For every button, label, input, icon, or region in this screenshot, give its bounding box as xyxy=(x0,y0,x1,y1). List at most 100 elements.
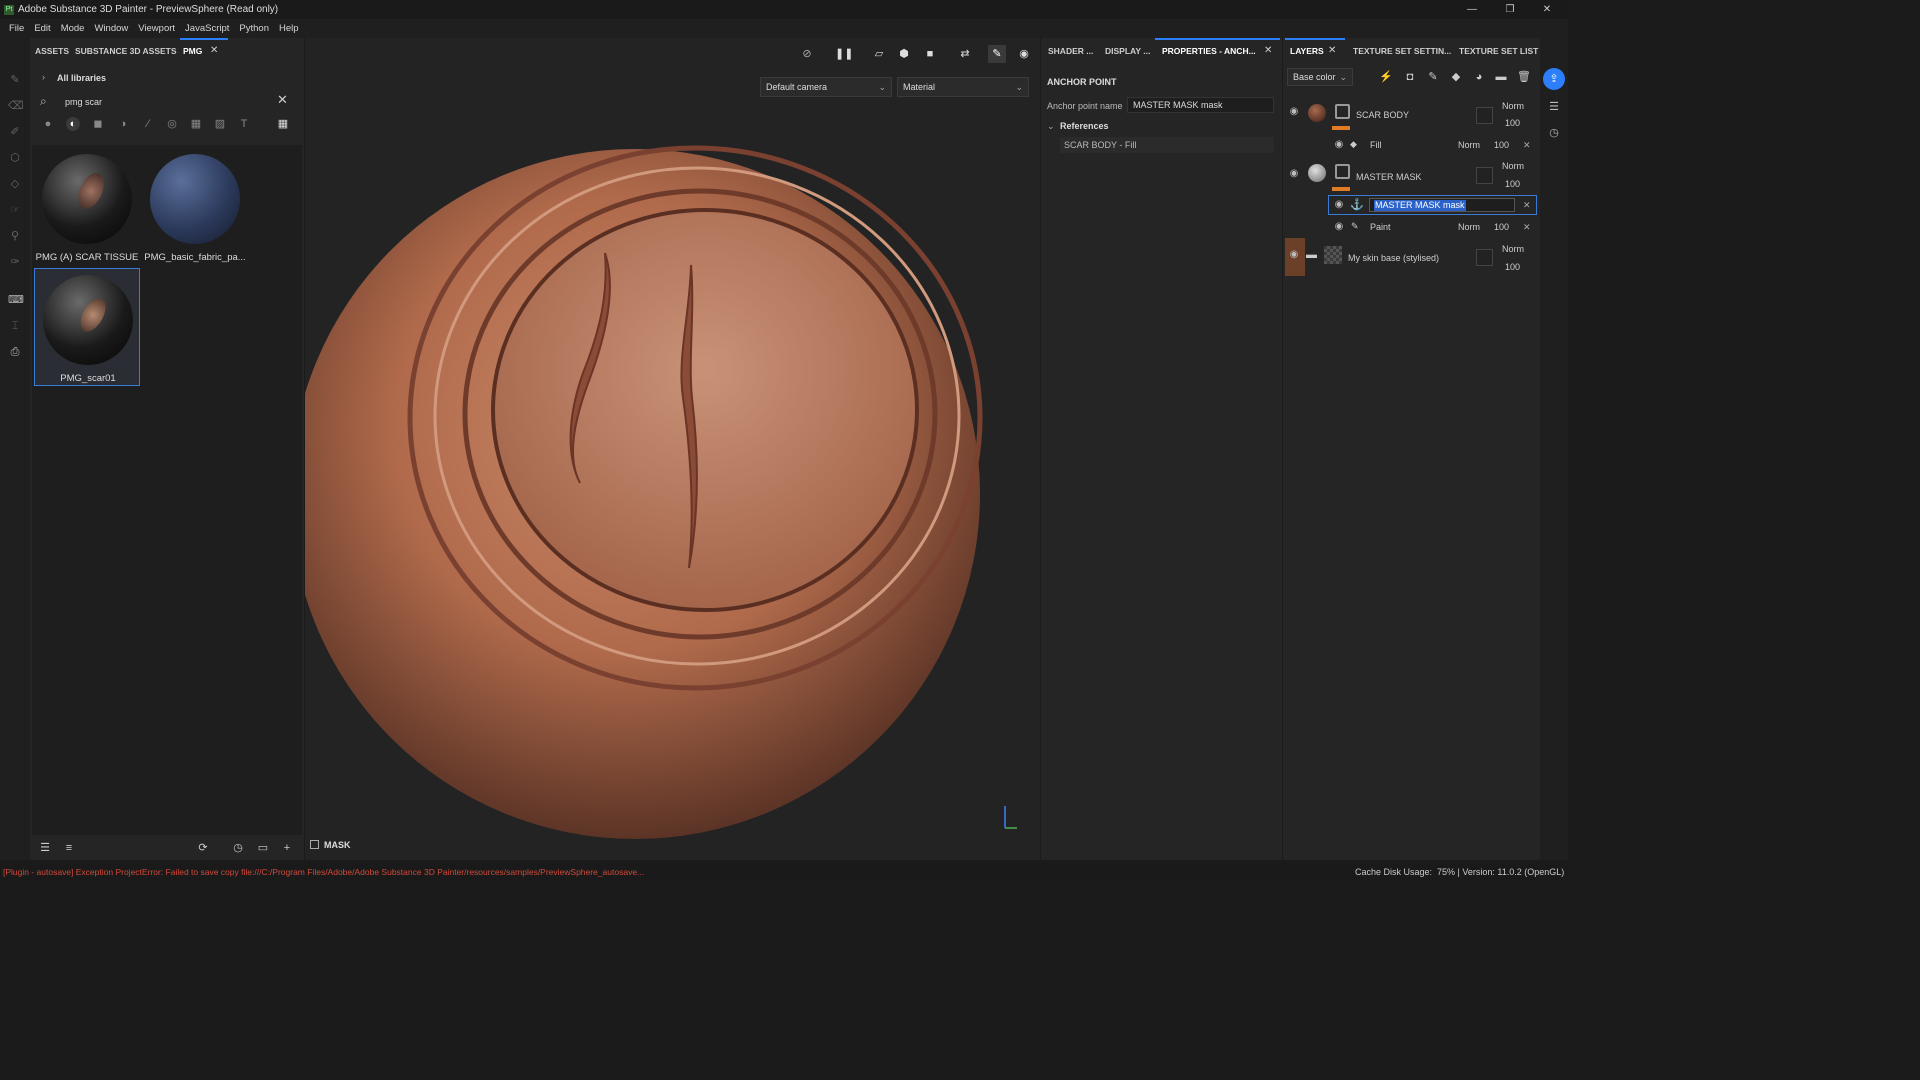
blend-mode-select[interactable]: Norm xyxy=(1502,101,1524,111)
layer-mask-slot[interactable] xyxy=(1476,167,1493,184)
layer-rename-input[interactable]: MASTER MASK mask xyxy=(1369,198,1515,212)
add-paint-layer-icon[interactable]: ✎ xyxy=(1426,70,1440,84)
close-tab-icon[interactable]: ✕ xyxy=(1328,38,1336,64)
asset-thumbnail[interactable]: PMG (A) SCAR TISSUE xyxy=(34,148,140,266)
asset-thumbnail-selected[interactable]: PMG_scar01 xyxy=(34,268,140,386)
eraser-tool-icon[interactable]: ⌫ xyxy=(8,100,24,112)
add-folder-icon[interactable]: ▬ xyxy=(1494,70,1508,84)
menu-mode[interactable]: Mode xyxy=(61,23,85,34)
eye-icon[interactable]: ◉ xyxy=(1287,106,1301,117)
sub-layer-row[interactable]: ◉ ✎ Paint Norm 100 ✕ xyxy=(1283,218,1540,236)
bake-tool-icon[interactable]: ⎙ xyxy=(8,346,22,358)
minimize-button[interactable]: — xyxy=(1462,2,1482,17)
close-tab-icon[interactable]: ✕ xyxy=(210,38,218,64)
add-effect-icon[interactable]: ⚡ xyxy=(1379,70,1393,84)
menu-viewport[interactable]: Viewport xyxy=(138,23,175,34)
filter-masks-icon[interactable]: ◼ xyxy=(91,117,105,131)
blend-mode-select[interactable]: Norm xyxy=(1502,161,1524,171)
eye-icon[interactable]: ◉ xyxy=(1287,168,1301,179)
channel-select[interactable]: Base color ⌄ xyxy=(1287,68,1353,86)
menu-window[interactable]: Window xyxy=(94,23,128,34)
eye-icon[interactable]: ◉ xyxy=(1332,221,1346,232)
preview-sphere[interactable] xyxy=(305,38,1040,860)
add-asset-icon[interactable]: + xyxy=(280,841,294,855)
filter-generators-icon[interactable]: ◑ xyxy=(116,117,130,131)
filter-brushes-icon[interactable]: ⁄ xyxy=(141,117,155,131)
refresh-icon[interactable]: ⟳ xyxy=(196,841,210,855)
search-input[interactable]: pmg scar xyxy=(65,97,102,107)
opacity-value[interactable]: 100 xyxy=(1505,262,1520,272)
close-window-button[interactable]: ✕ xyxy=(1537,2,1557,17)
mask-checkbox[interactable] xyxy=(310,840,319,849)
blend-mode-select[interactable]: Norm xyxy=(1458,140,1480,150)
filter-textures-icon[interactable]: ▦ xyxy=(189,117,203,131)
add-mask-icon[interactable]: ◘ xyxy=(1403,70,1417,84)
measure-tool-icon[interactable]: ⌶ xyxy=(8,320,22,332)
tab-texture-set-list[interactable]: TEXTURE SET LIST xyxy=(1459,38,1538,64)
chevron-down-icon[interactable]: ⌄ xyxy=(1047,121,1055,132)
tab-layers[interactable]: LAYERS xyxy=(1290,38,1324,64)
menu-python[interactable]: Python xyxy=(239,23,269,34)
opacity-value[interactable]: 100 xyxy=(1505,179,1520,189)
geometry-fill-tool-icon[interactable]: ⬡ xyxy=(8,152,22,164)
share-icon[interactable]: ⇪ xyxy=(1543,68,1565,90)
folder-row[interactable]: ◉ ▬ My skin base (stylised) Norm 100 xyxy=(1283,238,1540,276)
projection-tool-icon[interactable]: ✐ xyxy=(8,126,22,138)
opacity-value[interactable]: 100 xyxy=(1505,118,1520,128)
polygon-fill-tool-icon[interactable]: ◇ xyxy=(8,178,22,190)
tab-properties-anchor[interactable]: PROPERTIES - ANCH... xyxy=(1162,38,1256,64)
tab-pmg[interactable]: PMG xyxy=(183,38,202,64)
tab-substance-3d-assets[interactable]: SUBSTANCE 3D ASSETS xyxy=(75,38,177,64)
menu-javascript[interactable]: JavaScript xyxy=(185,23,229,34)
menu-edit[interactable]: Edit xyxy=(34,23,50,34)
clear-search-icon[interactable]: ✕ xyxy=(277,92,288,108)
delete-layer-icon[interactable]: 🗑 xyxy=(1517,70,1531,84)
add-fill-layer-icon[interactable]: ◆ xyxy=(1449,70,1463,84)
grid-view-icon[interactable]: ▦ xyxy=(276,117,290,131)
maximize-button[interactable]: ❐ xyxy=(1500,2,1520,17)
remove-icon[interactable]: ✕ xyxy=(1523,140,1531,151)
layer-mask-slot[interactable] xyxy=(1476,249,1493,266)
filter-fonts-icon[interactable]: T xyxy=(237,117,251,131)
filter-environments-icon[interactable]: ▨ xyxy=(213,117,227,131)
filter-smart-materials-icon[interactable]: ◐ xyxy=(66,117,80,131)
layer-row[interactable]: ◉ MASTER MASK Norm 100 xyxy=(1283,158,1540,194)
picker-tool-icon[interactable]: ✑ xyxy=(8,256,22,268)
list-options-icon[interactable]: ☰ xyxy=(38,841,52,855)
tab-shader[interactable]: SHADER ... xyxy=(1048,38,1093,64)
remove-icon[interactable]: ✕ xyxy=(1523,222,1531,233)
opacity-value[interactable]: 100 xyxy=(1494,140,1509,150)
remove-icon[interactable]: ✕ xyxy=(1523,200,1531,211)
library-selector[interactable]: All libraries xyxy=(57,73,106,83)
sub-layer-row[interactable]: ◉ ◆ Fill Norm 100 ✕ xyxy=(1283,136,1540,154)
viewport[interactable]: ⊘ ❚❚ ▱ ⬢ ■ ⇄ ✎ ◉ Default camera ⌄ Materi… xyxy=(305,38,1040,860)
history-icon[interactable]: ◷ xyxy=(1547,126,1561,140)
blend-mode-select[interactable]: Norm xyxy=(1502,244,1524,254)
anchor-layer-row[interactable]: ◉ ⚓ MASTER MASK mask ✕ xyxy=(1328,195,1537,215)
references-toggle[interactable]: References xyxy=(1060,121,1109,131)
tab-assets[interactable]: ASSETS xyxy=(35,38,69,64)
eye-icon[interactable]: ◉ xyxy=(1287,249,1301,260)
close-tab-icon[interactable]: ✕ xyxy=(1264,38,1272,64)
new-folder-icon[interactable]: ▭ xyxy=(256,841,270,855)
filter-alphas-icon[interactable]: ◎ xyxy=(165,117,179,131)
log-icon[interactable]: ☰ xyxy=(1547,100,1561,114)
asset-thumbnail[interactable]: PMG_basic_fabric_pa... xyxy=(142,148,248,266)
menu-file[interactable]: File xyxy=(9,23,24,34)
add-smart-material-icon[interactable]: ◕ xyxy=(1472,70,1486,84)
sort-icon[interactable]: ≡ xyxy=(62,841,76,855)
eye-icon[interactable]: ◉ xyxy=(1332,199,1346,210)
filter-materials-icon[interactable]: ● xyxy=(41,117,55,131)
paint-brush-tool-icon[interactable]: ✎ xyxy=(8,74,22,86)
text-tool-icon[interactable]: ⌨ xyxy=(8,294,24,306)
menu-help[interactable]: Help xyxy=(279,23,299,34)
status-error-message[interactable]: [Plugin - autosave] Exception ProjectErr… xyxy=(3,867,644,877)
smudge-tool-icon[interactable]: ☞ xyxy=(8,204,22,216)
opacity-value[interactable]: 100 xyxy=(1494,222,1509,232)
eye-icon[interactable]: ◉ xyxy=(1332,139,1346,150)
chevron-right-icon[interactable]: › xyxy=(42,72,45,82)
tab-display[interactable]: DISPLAY ... xyxy=(1105,38,1150,64)
reference-item[interactable]: SCAR BODY - Fill xyxy=(1060,137,1274,153)
layer-mask-slot[interactable] xyxy=(1476,107,1493,124)
history-icon[interactable]: ◷ xyxy=(231,841,245,855)
